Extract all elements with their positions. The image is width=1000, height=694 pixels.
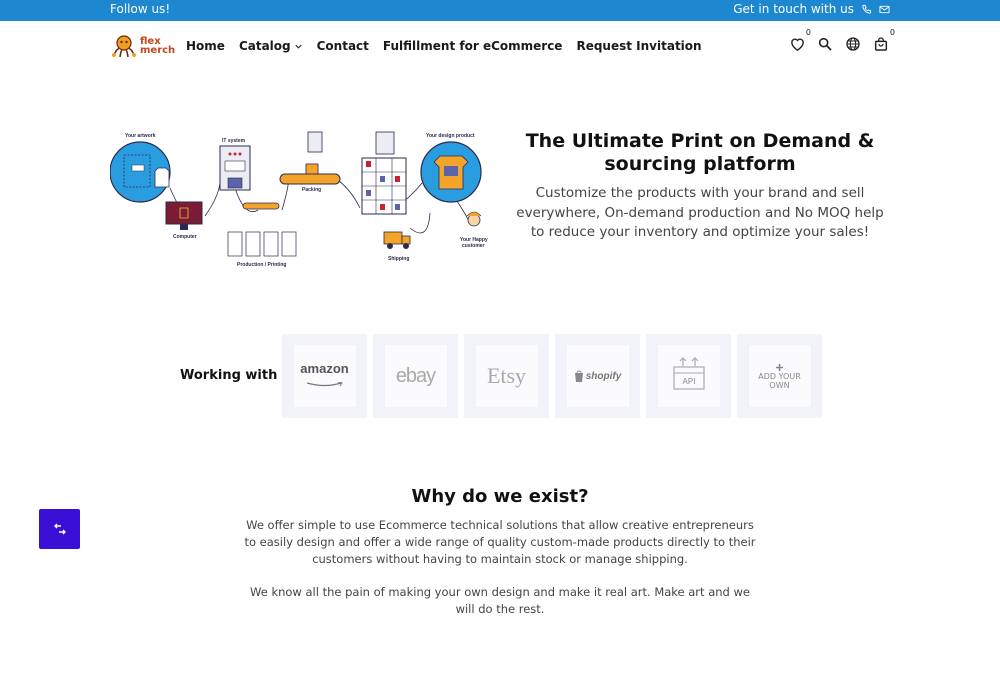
site-header: flex merch Home Catalog Contact Fulfillm… — [0, 21, 1000, 71]
heart-icon — [790, 38, 804, 51]
wishlist-count: 0 — [805, 28, 811, 37]
partner-amazon[interactable]: amazon — [282, 334, 367, 418]
nav-fulfillment[interactable]: Fulfillment for eCommerce — [383, 39, 563, 53]
why-paragraph-1: We offer simple to use Ecommerce technic… — [244, 518, 756, 566]
partner-shopify[interactable]: shopify — [555, 334, 640, 418]
shopify-bag-icon — [574, 370, 583, 382]
why-paragraph-2: We know all the pain of making your own … — [250, 585, 750, 616]
working-with-label: Working with — [180, 368, 278, 383]
announcement-bar: Follow us! Get in touch with us — [0, 0, 1000, 21]
illus-label-packing: Packing — [302, 187, 321, 193]
etsy-logo-text: Etsy — [486, 363, 527, 388]
hero-subtitle: Customize the products with your brand a… — [516, 185, 884, 240]
language-button[interactable] — [844, 35, 862, 53]
nav-catalog[interactable]: Catalog — [239, 39, 303, 53]
add-your-own-label: ADD YOUR OWN — [758, 371, 801, 390]
follow-us-link[interactable]: Follow us! — [110, 2, 170, 16]
api-label: API — [682, 377, 695, 386]
amazon-logo: amazon — [293, 345, 356, 407]
cart-button[interactable]: 0 — [872, 28, 895, 53]
octopus-logo-icon — [112, 35, 136, 58]
partner-ebay[interactable]: ebay — [373, 334, 458, 418]
illus-label-computer: Computer — [173, 234, 197, 240]
shopify-logo: shopify — [566, 345, 629, 407]
cart-count: 0 — [889, 28, 895, 37]
partner-etsy[interactable]: Etsy — [464, 334, 549, 418]
globe-icon — [846, 37, 860, 51]
nav-contact[interactable]: Contact — [317, 39, 369, 53]
plus-icon — [776, 363, 783, 371]
hero-title: The Ultimate Print on Demand & sourcing … — [525, 130, 875, 175]
nav-home[interactable]: Home — [186, 39, 225, 53]
shopify-logo-text: shopify — [585, 370, 622, 382]
ebay-logo-text: ebay — [395, 364, 436, 387]
shopping-bag-icon — [874, 37, 888, 51]
nav-catalog-label: Catalog — [238, 39, 291, 53]
partner-api[interactable]: API — [646, 334, 731, 418]
chevron-down-icon — [295, 44, 302, 49]
mail-icon[interactable] — [878, 3, 890, 15]
main-nav: Home Catalog Contact Fulfillment for eCo… — [186, 39, 702, 53]
why-title: Why do we exist? — [411, 486, 589, 507]
logo-line2: merch — [140, 45, 176, 56]
illus-label-production: Production / Printing — [237, 262, 286, 268]
contact-area: Get in touch with us — [733, 2, 890, 16]
illus-label-design-product: Your design product — [426, 133, 475, 139]
header-icons: 0 0 — [788, 28, 895, 53]
partner-add-your-own[interactable]: ADD YOUR OWN — [737, 334, 822, 418]
api-logo: API — [657, 345, 720, 407]
partner-logos: amazon ebay Etsy shopify API ADD YOUR OW… — [282, 334, 822, 418]
phone-icon[interactable] — [860, 3, 872, 15]
etsy-logo: Etsy — [475, 345, 538, 407]
illus-label-happy-2: customer — [462, 243, 485, 249]
ebay-logo: ebay — [384, 345, 447, 407]
illus-label-it-system: IT system — [222, 138, 246, 144]
illus-label-artwork: Your artwork — [125, 133, 156, 139]
amazon-logo-text: amazon — [300, 361, 349, 376]
nav-request-invitation[interactable]: Request Invitation — [576, 39, 701, 53]
get-in-touch-text: Get in touch with us — [733, 2, 854, 16]
hero-text: The Ultimate Print on Demand & sourcing … — [515, 130, 885, 243]
print-on-demand-process-illustration: Your artwork IT system Computer Producti… — [110, 131, 488, 268]
logo[interactable]: flex merch — [110, 33, 175, 59]
api-upload-icon: API — [672, 357, 705, 390]
search-icon — [818, 37, 832, 51]
search-button[interactable] — [816, 35, 834, 53]
compare-floating-button[interactable] — [39, 509, 80, 549]
logo-text: flex merch — [140, 37, 176, 56]
add-your-own-logo: ADD YOUR OWN — [748, 345, 811, 407]
illus-label-shipping: Shipping — [388, 256, 409, 262]
amazon-smile-icon — [306, 381, 343, 387]
swap-arrows-icon — [53, 523, 66, 535]
wishlist-button[interactable]: 0 — [788, 28, 811, 53]
